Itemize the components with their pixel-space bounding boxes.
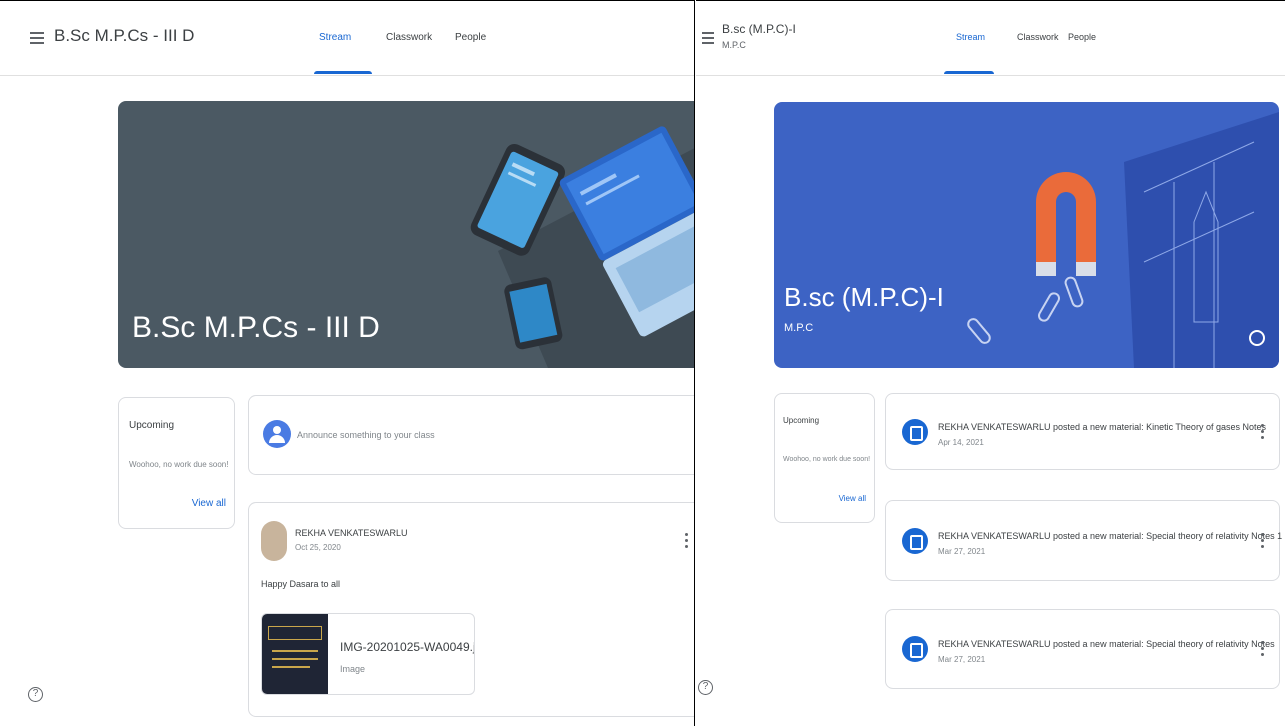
material-item[interactable]: REKHA VENKATESWARLU posted a new materia…	[885, 393, 1280, 470]
upcoming-title: Upcoming	[129, 420, 175, 431]
material-item[interactable]: REKHA VENKATESWARLU posted a new materia…	[885, 500, 1283, 581]
material-text: REKHA VENKATESWARLU posted a new materia…	[938, 531, 1283, 541]
more-vert-icon[interactable]	[1261, 641, 1265, 659]
menu-icon[interactable]	[702, 32, 714, 44]
attachment-name: IMG-20201025-WA0049.j...	[340, 640, 475, 654]
material-date: Apr 14, 2021	[938, 438, 984, 447]
banner-title: B.Sc M.P.Cs - III D	[132, 311, 380, 344]
announce-input[interactable]: Announce something to your class	[297, 430, 435, 440]
post-message: Happy Dasara to all	[261, 579, 341, 589]
class-banner: B.sc (M.P.C)-I M.P.C	[774, 102, 1279, 368]
tab-stream[interactable]: Stream	[319, 32, 351, 43]
avatar	[263, 420, 291, 448]
author-avatar	[261, 521, 287, 561]
material-icon	[902, 419, 928, 445]
right-header: B.sc (M.P.C)-I M.P.C Stream Classwork Pe…	[696, 0, 1285, 76]
upcoming-text: Woohoo, no work due soon!	[129, 460, 229, 469]
more-vert-icon[interactable]	[1261, 424, 1265, 442]
tab-active-indicator	[944, 71, 994, 74]
announce-card[interactable]: Announce something to your class	[248, 395, 694, 475]
material-icon	[902, 636, 928, 662]
material-text: REKHA VENKATESWARLU posted a new materia…	[938, 422, 1266, 432]
material-date: Mar 27, 2021	[938, 655, 986, 664]
tab-stream[interactable]: Stream	[956, 32, 985, 42]
material-text: REKHA VENKATESWARLU posted a new materia…	[938, 639, 1275, 649]
left-classroom-pane: B.Sc M.P.Cs - III D Stream Classwork Peo…	[0, 0, 695, 726]
right-classroom-pane: B.sc (M.P.C)-I M.P.C Stream Classwork Pe…	[696, 0, 1285, 726]
view-all-link[interactable]: View all	[839, 494, 866, 503]
class-title[interactable]: B.Sc M.P.Cs - III D	[54, 26, 194, 46]
post-date: Oct 25, 2020	[295, 543, 341, 552]
upcoming-card: Upcoming Woohoo, no work due soon! View …	[118, 397, 235, 529]
banner-subtitle: M.P.C	[784, 322, 814, 334]
tab-people[interactable]: People	[1068, 32, 1096, 42]
help-icon[interactable]: ?	[698, 680, 713, 695]
help-icon[interactable]: ?	[28, 687, 43, 702]
left-header: B.Sc M.P.Cs - III D Stream Classwork Peo…	[0, 0, 694, 76]
material-icon	[902, 528, 928, 554]
more-vert-icon[interactable]	[685, 533, 689, 551]
material-item[interactable]: REKHA VENKATESWARLU posted a new materia…	[885, 609, 1280, 689]
attachment-thumbnail	[262, 614, 328, 694]
class-title[interactable]: B.sc (M.P.C)-I	[722, 22, 796, 36]
menu-icon[interactable]	[30, 32, 44, 44]
tab-active-indicator	[314, 71, 372, 74]
tab-classwork[interactable]: Classwork	[386, 32, 432, 43]
post-author: REKHA VENKATESWARLU	[295, 528, 408, 538]
upcoming-card: Upcoming Woohoo, no work due soon! View …	[774, 393, 875, 523]
class-subtitle: M.P.C	[722, 40, 746, 50]
attachment-type: Image	[340, 664, 366, 674]
attachment-card[interactable]: IMG-20201025-WA0049.j... Image	[261, 613, 475, 695]
upcoming-title: Upcoming	[783, 416, 820, 425]
upcoming-text: Woohoo, no work due soon!	[783, 456, 871, 463]
post-card: REKHA VENKATESWARLU Oct 25, 2020 Happy D…	[248, 502, 694, 717]
more-vert-icon[interactable]	[1261, 533, 1265, 551]
banner-illustration	[967, 112, 1279, 368]
view-all-link[interactable]: View all	[192, 498, 226, 509]
banner-title: B.sc (M.P.C)-I	[784, 282, 944, 312]
material-date: Mar 27, 2021	[938, 547, 986, 556]
tab-classwork[interactable]: Classwork	[1017, 32, 1059, 42]
class-banner: B.Sc M.P.Cs - III D	[118, 101, 694, 368]
tab-people[interactable]: People	[455, 32, 486, 43]
